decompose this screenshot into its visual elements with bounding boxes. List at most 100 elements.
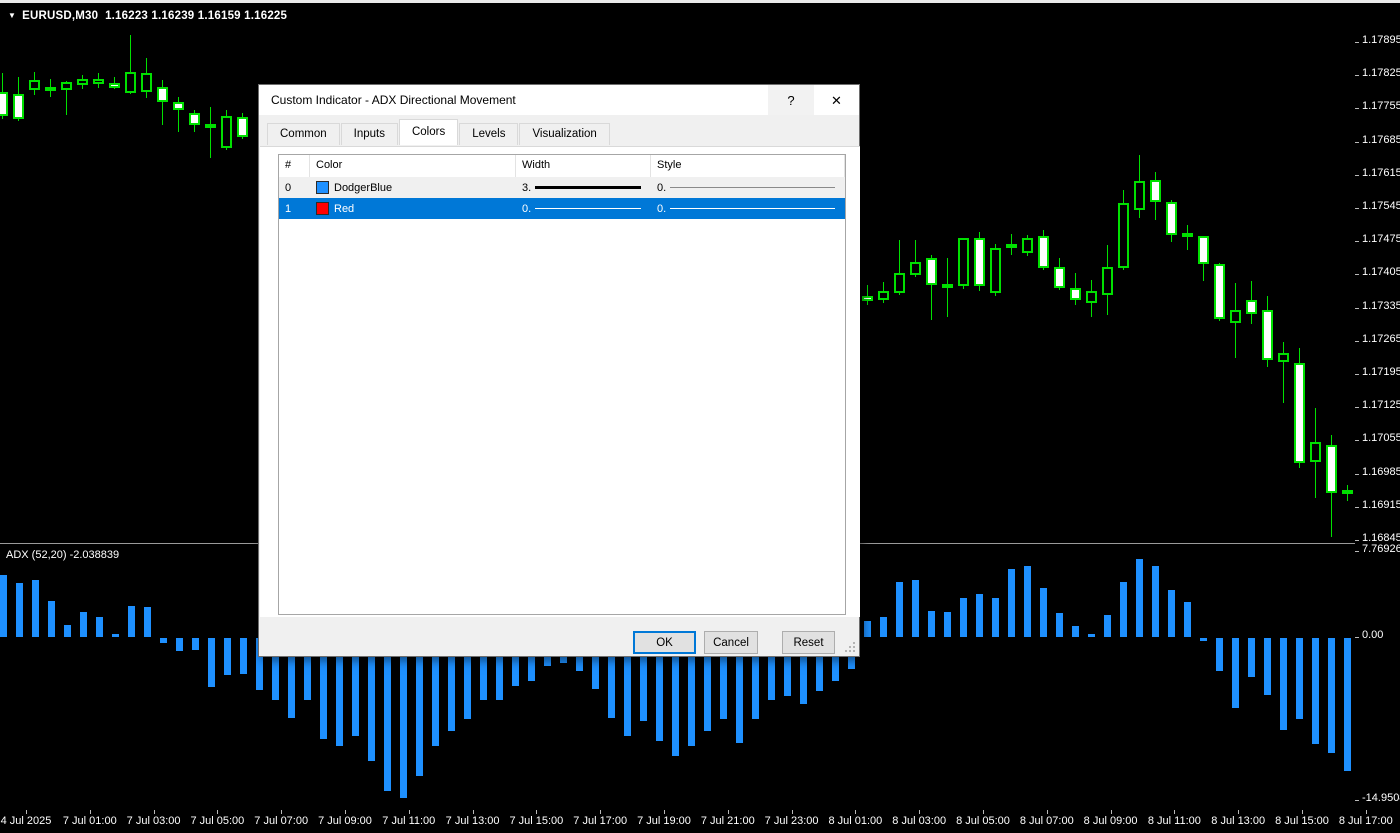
candle [1229, 309, 1241, 323]
price-axis-tick [1355, 340, 1359, 342]
color-swatch[interactable] [316, 181, 329, 194]
tab-inputs[interactable]: Inputs [340, 123, 398, 145]
price-axis-tick [1355, 307, 1359, 309]
histogram-bar [1103, 615, 1111, 637]
time-axis-tick [1110, 810, 1112, 814]
candle [220, 115, 232, 149]
price-axis-label: 1.16915 [1362, 498, 1400, 511]
time-axis-label: 7 Jul 07:00 [254, 815, 309, 827]
time-axis-label: 7 Jul 13:00 [445, 815, 500, 827]
histogram-bar [1263, 638, 1271, 695]
time-axis-tick [727, 810, 729, 814]
candle [989, 247, 1001, 293]
time-axis-tick [1365, 810, 1367, 814]
time-axis-tick [281, 810, 283, 814]
tab-visualization[interactable]: Visualization [519, 123, 610, 145]
candle-wick [1186, 224, 1188, 250]
histogram-bar [127, 606, 135, 637]
tab-levels[interactable]: Levels [459, 123, 519, 145]
table-row[interactable]: 0 DodgerBlue 3. 0. [279, 177, 845, 198]
time-axis-tick [1302, 810, 1303, 814]
candle [12, 94, 24, 119]
histogram-bar [1087, 634, 1095, 637]
price-axis-tick [1355, 374, 1359, 375]
style-cell[interactable]: 0. [651, 177, 845, 198]
price-axis-label: 1.17685 [1362, 133, 1400, 146]
symbol-ohlc-header: ▼ EURUSD,M30 1.16223 1.16239 1.16159 1.16… [8, 10, 287, 22]
candle [1165, 201, 1177, 236]
candle [973, 237, 985, 287]
style-line-sample [670, 208, 835, 209]
time-axis-tick [919, 810, 921, 814]
histogram-bar [207, 638, 215, 688]
candle [1085, 291, 1097, 304]
style-value: 0. [657, 181, 667, 194]
price-axis-label: 1.17125 [1362, 399, 1400, 412]
tab-colors[interactable]: Colors [398, 119, 459, 145]
histogram-bar [0, 574, 7, 637]
histogram-bar [1039, 587, 1047, 637]
column-header-width[interactable]: Width [516, 155, 651, 177]
symbol-label: EURUSD,M30 [22, 10, 99, 22]
table-row[interactable]: 1 Red 0. 0. [279, 198, 845, 219]
dialog-button-row: OK Cancel Reset [259, 616, 859, 658]
ok-button[interactable]: OK [633, 631, 696, 654]
color-name: Red [334, 202, 355, 215]
time-axis-label: 8 Jul 09:00 [1083, 815, 1138, 827]
price-axis-tick [1355, 75, 1359, 77]
dialog-tabstrip: Common Inputs Colors Levels Visualization [267, 119, 611, 146]
candle-wick [1282, 342, 1284, 403]
histogram-bar [959, 597, 967, 637]
width-cell[interactable]: 3. [516, 177, 651, 198]
histogram-bar [1295, 638, 1303, 720]
histogram-bar [1231, 638, 1239, 708]
cancel-button[interactable]: Cancel [704, 631, 758, 654]
price-axis-label: 1.17055 [1362, 432, 1400, 445]
column-header-color[interactable]: Color [310, 155, 516, 177]
time-axis-tick [345, 810, 346, 814]
column-header-style[interactable]: Style [651, 155, 845, 177]
histogram-bar [1055, 612, 1063, 637]
tab-common[interactable]: Common [267, 123, 340, 145]
candle [204, 124, 216, 129]
time-axis-tick [664, 810, 665, 814]
candle [909, 261, 921, 275]
histogram-bar [863, 620, 871, 637]
candle [1197, 236, 1209, 265]
price-axis[interactable]: 1.17895 1.17825 1.17755 1.17685 1.17615 1.175… [1355, 3, 1400, 810]
colors-tab-page: # Color Width Style 0 DodgerBlue 3. 0. 1 Red 0. 0. [260, 146, 860, 617]
close-icon[interactable]: ✕ [814, 85, 859, 115]
candle [1101, 266, 1113, 295]
indicator-axis-label: 0.00 [1362, 629, 1384, 641]
column-header-num[interactable]: # [279, 155, 310, 177]
resize-grip[interactable] [845, 642, 857, 654]
time-axis-tick [217, 810, 219, 814]
time-axis-tick [408, 810, 410, 814]
time-axis-tick [791, 810, 793, 814]
candle [1069, 288, 1081, 300]
time-axis-tick [983, 810, 984, 814]
histogram-bar [1007, 569, 1015, 637]
histogram-bar [879, 617, 887, 637]
reset-button[interactable]: Reset [782, 631, 835, 654]
time-axis[interactable]: 4 Jul 2025 7 Jul 01:00 7 Jul 03:00 7 Jul 05… [0, 810, 1400, 833]
time-axis-tick [89, 810, 91, 814]
price-axis-label: 1.17405 [1362, 266, 1400, 279]
price-axis-tick [1355, 274, 1359, 276]
time-axis-label: 7 Jul 05:00 [190, 815, 245, 827]
width-cell[interactable]: 0. [516, 198, 651, 219]
candle [941, 283, 953, 288]
time-axis-label: 8 Jul 11:00 [1147, 815, 1201, 827]
dialog-titlebar[interactable]: Custom Indicator - ADX Directional Movem… [259, 85, 859, 115]
color-lines-table: # Color Width Style 0 DodgerBlue 3. 0. 1 Red 0. 0. [278, 154, 846, 615]
help-button[interactable]: ? [768, 85, 814, 115]
histogram-bar [239, 638, 247, 675]
candle [1309, 442, 1321, 463]
style-line-sample [670, 187, 835, 188]
dialog-title: Custom Indicator - ADX Directional Movem… [271, 93, 516, 107]
color-swatch[interactable] [316, 202, 329, 215]
indicator-properties-dialog: Custom Indicator - ADX Directional Movem… [258, 84, 860, 657]
indicator-axis-tick [1355, 551, 1359, 552]
style-cell[interactable]: 0. [651, 198, 845, 219]
table-header: # Color Width Style [279, 155, 845, 177]
